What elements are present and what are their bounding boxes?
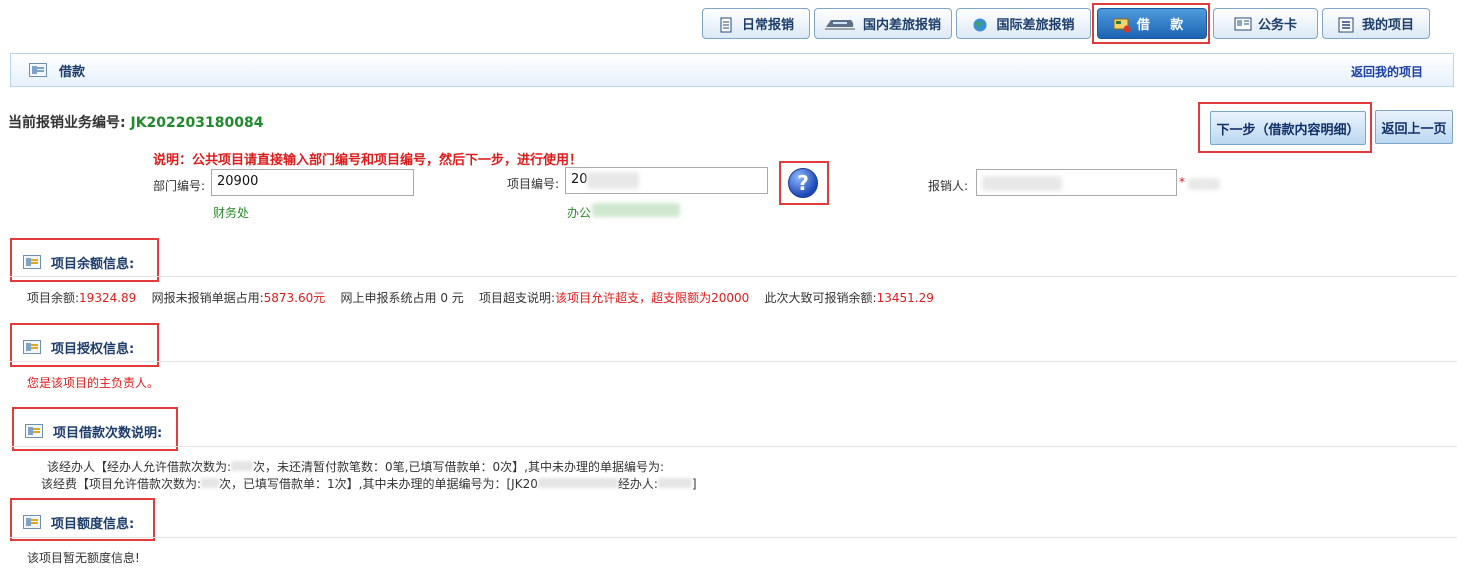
project-name: 办公 <box>567 206 592 220</box>
available-value: 13451.29 <box>876 291 934 305</box>
fund-loan-text-b: 次，已填写借款单：1次】,其中未办理的单据编号为：[JK20 <box>219 477 538 491</box>
overspend-label: 项目超支说明: <box>479 291 556 305</box>
redacted-reimburser <box>982 176 1062 191</box>
required-mark: * <box>1179 175 1185 189</box>
tab-label: 国内差旅报销 <box>862 18 941 33</box>
page-title: 借款 <box>59 64 86 80</box>
section-icon <box>23 255 41 269</box>
train-icon <box>824 17 855 31</box>
tab-my-projects[interactable]: 我的项目 <box>1322 8 1430 39</box>
auth-info-text: 您是该项目的主负责人。 <box>27 376 160 390</box>
redacted-handler <box>657 478 692 488</box>
balance-value: 19324.89 <box>79 291 137 305</box>
list-icon <box>1338 17 1354 32</box>
fund-loan-text-d: ] <box>691 477 697 491</box>
business-number-label: 当前报销业务编号: <box>8 115 126 131</box>
tab-label: 国际差旅报销 <box>996 18 1075 33</box>
business-number: 当前报销业务编号: JK202203180084 <box>8 112 263 132</box>
redacted-count <box>201 478 220 488</box>
redacted-count <box>231 461 254 471</box>
online-occupied-text: 网上申报系统占用 0 元 <box>340 291 464 305</box>
dept-number-label: 部门编号: <box>153 179 206 193</box>
tab-label: 公务卡 <box>1257 18 1297 33</box>
section-icon <box>23 340 41 354</box>
handler-loan-text-b: 次，未还清暂付款笔数：0笔,已填写借款单：0次】,其中未办理的单据编号为: <box>253 460 664 474</box>
occupied-value: 5873.60元 <box>263 291 326 305</box>
redacted-project-name <box>592 203 680 217</box>
redacted-doc-number <box>537 478 618 488</box>
project-number-label: 项目编号: <box>507 177 560 191</box>
section-loan-count-header: 项目借款次数说明: <box>12 411 162 451</box>
section-icon <box>25 424 43 438</box>
section-balance-title: 项目余额信息: <box>51 256 135 272</box>
next-step-button[interactable]: 下一步（借款内容明细） <box>1210 111 1366 145</box>
tab-label: 借 款 <box>1136 18 1192 33</box>
fund-loan-text-a: 该经费【项目允许借款次数为: <box>41 477 202 491</box>
divider <box>10 446 1457 447</box>
go-back-button[interactable]: 返回上一页 <box>1375 110 1453 144</box>
section-loan-count-title: 项目借款次数说明: <box>53 425 163 441</box>
business-number-value: JK202203180084 <box>130 115 264 131</box>
back-to-my-projects-link[interactable]: 返回我的项目 <box>1351 63 1423 80</box>
tab-loan[interactable]: 借 款 <box>1097 8 1207 39</box>
page-title-bar: 借款 返回我的项目 <box>10 53 1454 87</box>
section-icon <box>23 515 41 529</box>
help-icon[interactable]: ? <box>788 168 818 198</box>
tab-official-card[interactable]: 公务卡 <box>1213 8 1318 39</box>
redacted-project-number <box>587 172 639 189</box>
id-card-icon <box>1234 17 1252 31</box>
reimburser-label: 报销人: <box>928 179 969 193</box>
loan-page: 日常报销 国内差旅报销 国际差旅报销 借 款 公务卡 我的项目 借款 返回我的项… <box>0 0 1467 573</box>
fund-loan-line: 该经费【项目允许借款次数为: 次，已填写借款单：1次】,其中未办理的单据编号为：[… <box>41 475 697 492</box>
overspend-value: 该项目允许超支，超支限额为20000 <box>555 291 750 305</box>
tab-label: 日常报销 <box>741 18 794 33</box>
document-icon <box>29 63 47 77</box>
quota-info-text: 该项目暂无额度信息! <box>27 551 140 565</box>
instruction-note: 说明：公共项目请直接输入部门编号和项目编号，然后下一步，进行使用！ <box>153 153 583 168</box>
divider <box>10 276 1457 277</box>
available-label: 此次大致可报销余额: <box>764 291 877 305</box>
notebook-icon <box>718 17 734 32</box>
divider <box>10 361 1457 362</box>
balance-info-line: 项目余额:19324.89 网报未报销单据占用:5873.60元 网上申报系统占… <box>27 289 934 306</box>
tab-daily-reimbursement[interactable]: 日常报销 <box>702 8 810 39</box>
tab-label: 我的项目 <box>1361 18 1414 33</box>
tab-domestic-travel[interactable]: 国内差旅报销 <box>814 8 952 39</box>
project-number-value: 20 <box>571 172 588 187</box>
section-quota-header: 项目额度信息: <box>10 502 134 542</box>
globe-icon <box>972 17 988 31</box>
section-auth-title: 项目授权信息: <box>51 341 135 357</box>
dept-number-value: 20900 <box>217 174 259 189</box>
card-icon <box>1113 17 1131 32</box>
handler-loan-line: 该经办人【经办人允许借款次数为: 次，未还清暂付款笔数：0笔,已填写借款单：0次】… <box>47 458 664 475</box>
dept-name: 财务处 <box>213 206 250 220</box>
fund-loan-text-c: 经办人: <box>617 477 658 491</box>
section-quota-title: 项目额度信息: <box>51 516 135 532</box>
occupied-label: 网报未报销单据占用: <box>151 291 264 305</box>
divider <box>10 537 1457 538</box>
redacted-reimburser-extra <box>1188 178 1220 190</box>
tab-international-travel[interactable]: 国际差旅报销 <box>956 8 1091 39</box>
handler-loan-text-a: 该经办人【经办人允许借款次数为: <box>47 460 232 474</box>
balance-label: 项目余额: <box>27 291 80 305</box>
dept-number-input[interactable]: 20900 <box>211 169 414 196</box>
